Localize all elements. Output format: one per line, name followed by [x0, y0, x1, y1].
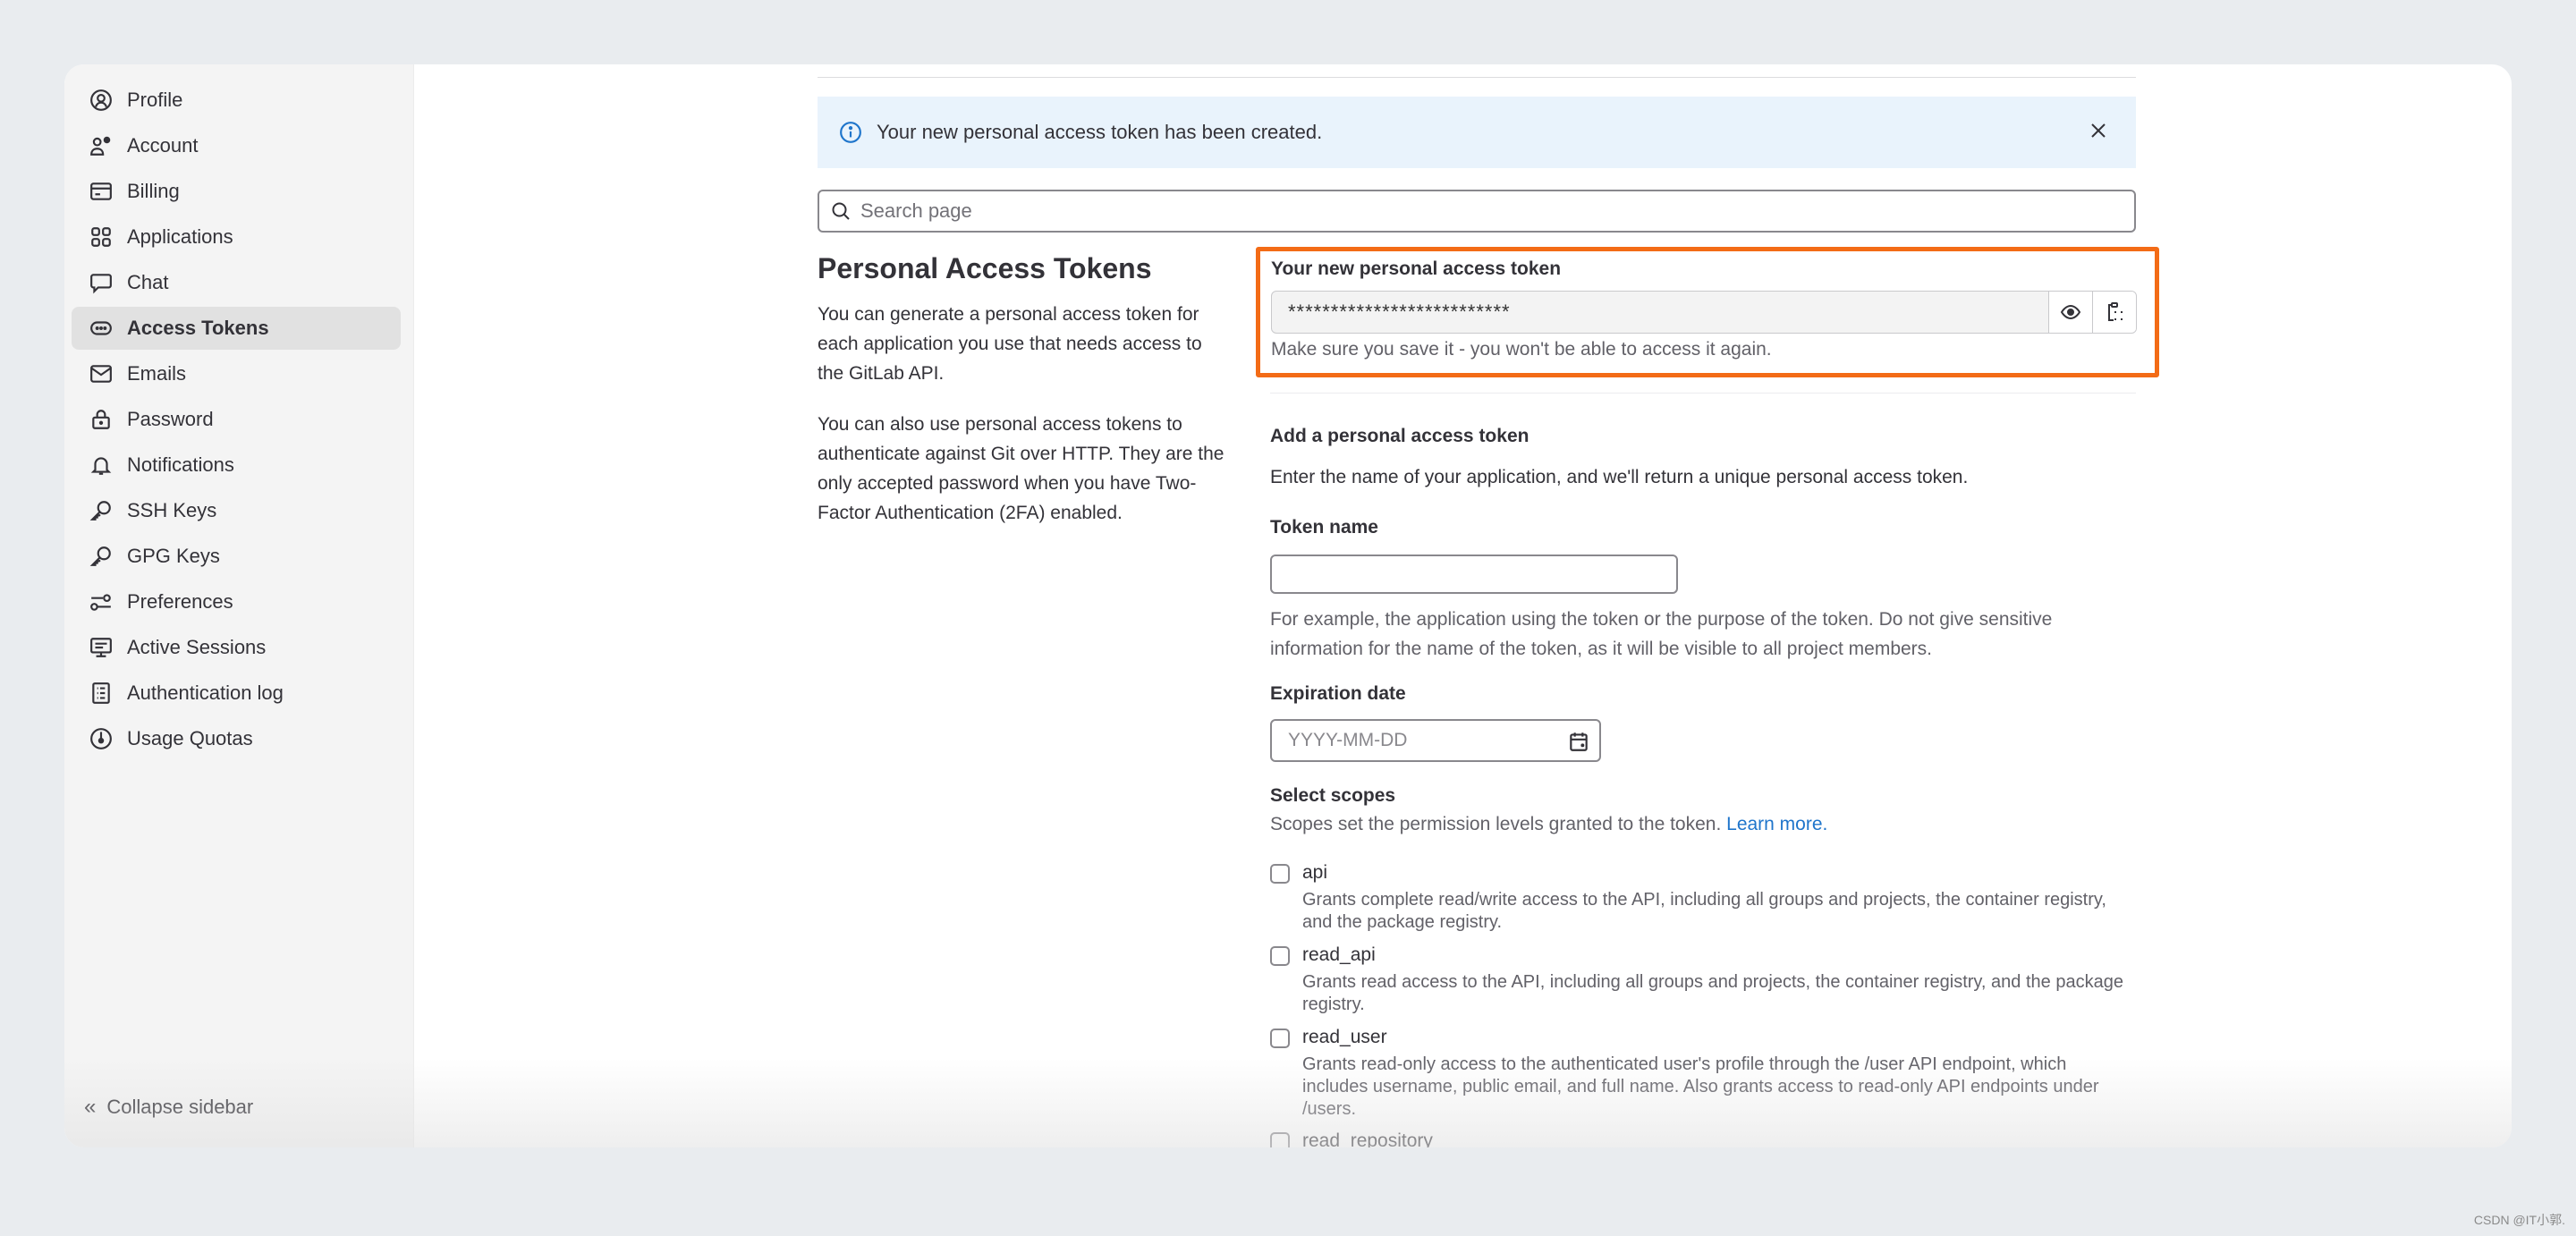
sidebar-item-password[interactable]: Password: [72, 398, 401, 441]
search-icon: [832, 202, 850, 220]
new-token-hint: Make sure you save it - you won't be abl…: [1271, 339, 1772, 360]
alert-message: Your new personal access token has been …: [877, 121, 1323, 143]
intro-paragraph: You can generate a personal access token…: [818, 304, 1202, 384]
sidebar-item-label: Active Sessions: [127, 636, 267, 658]
sidebar: Profile Account Billing Applications Cha…: [64, 64, 414, 1147]
scope-checkbox[interactable]: [1270, 864, 1290, 884]
sidebar-item-label: SSH Keys: [127, 499, 217, 521]
expiration-date-field: [1270, 719, 1601, 762]
form-description: Enter the name of your application, and …: [1270, 467, 1969, 487]
expiration-date-label: Expiration date: [1270, 683, 1406, 704]
sidebar-item-active-sessions[interactable]: Active Sessions: [72, 626, 401, 669]
scope-description: Grants complete read/write access to the…: [1302, 890, 2106, 932]
chevron-double-left-icon: «: [84, 1095, 97, 1119]
scope-description: Grants read-only access to the authentic…: [1302, 1054, 2099, 1119]
credit-card-icon: [89, 180, 113, 203]
scope-checkbox[interactable]: [1270, 1029, 1290, 1048]
sidebar-item-gpg-keys[interactable]: GPG Keys: [72, 535, 401, 578]
new-token-field: **************************: [1271, 291, 2137, 334]
expiration-date-input[interactable]: [1286, 729, 1558, 752]
divider: [818, 77, 2136, 78]
sidebar-item-notifications[interactable]: Notifications: [72, 444, 401, 487]
key-icon: [89, 545, 113, 568]
sidebar-item-usage-quotas[interactable]: Usage Quotas: [72, 717, 401, 760]
learn-more-link[interactable]: Learn more.: [1726, 814, 1827, 834]
scope-name: read_repository: [1302, 1130, 1433, 1147]
reveal-token-button[interactable]: [2048, 292, 2092, 333]
new-token-highlight: Your new personal access token *********…: [1256, 247, 2159, 377]
sidebar-item-label: GPG Keys: [127, 545, 220, 567]
success-alert: Your new personal access token has been …: [818, 97, 2136, 168]
scopes-description-text: Scopes set the permission levels granted…: [1270, 814, 1722, 834]
copy-to-clipboard-icon: [2108, 302, 2123, 321]
sidebar-item-label: Billing: [127, 180, 180, 202]
key-icon: [89, 499, 113, 522]
sidebar-item-account[interactable]: Account: [72, 124, 401, 167]
intro-section: Personal Access Tokens You can generate …: [818, 252, 1229, 528]
quota-icon: [89, 727, 113, 750]
log-icon: [89, 681, 113, 705]
monitor-icon: [89, 636, 113, 659]
sidebar-item-label: Profile: [127, 89, 183, 111]
sidebar-item-authentication-log[interactable]: Authentication log: [72, 672, 401, 715]
token-name-help: For example, the application using the t…: [1270, 609, 2053, 659]
search-input[interactable]: [859, 199, 2114, 224]
sidebar-item-ssh-keys[interactable]: SSH Keys: [72, 489, 401, 532]
calendar-icon[interactable]: [1567, 730, 1590, 753]
sidebar-item-emails[interactable]: Emails: [72, 352, 401, 395]
page-title: Personal Access Tokens: [818, 252, 1152, 284]
new-token-value[interactable]: **************************: [1272, 301, 2048, 324]
sidebar-item-label: Password: [127, 408, 214, 430]
intro-paragraph: You can also use personal access tokens …: [818, 414, 1224, 523]
divider: [1270, 393, 2136, 394]
scope-checkbox[interactable]: [1270, 946, 1290, 966]
sidebar-item-chat[interactable]: Chat: [72, 261, 401, 304]
comment-icon: [89, 271, 113, 294]
token-icon: [89, 317, 113, 340]
watermark: CSDN @IT小郭.: [2473, 1213, 2565, 1227]
settings-panel: Profile Account Billing Applications Cha…: [64, 64, 2512, 1147]
scope-name: read_api: [1302, 944, 1376, 965]
sidebar-item-label: Account: [127, 134, 199, 157]
eye-icon: [2060, 304, 2081, 320]
bell-icon: [89, 453, 113, 477]
sidebar-item-label: Usage Quotas: [127, 727, 253, 749]
scope-checkbox[interactable]: [1270, 1132, 1290, 1147]
sidebar-item-applications[interactable]: Applications: [72, 216, 401, 258]
sidebar-item-label: Emails: [127, 362, 187, 385]
sidebar-item-label: Preferences: [127, 590, 233, 613]
sidebar-item-billing[interactable]: Billing: [72, 170, 401, 213]
collapse-sidebar-button[interactable]: « Collapse sidebar: [84, 1095, 253, 1120]
sidebar-item-profile[interactable]: Profile: [72, 79, 401, 122]
scopes-label: Select scopes: [1270, 785, 1396, 806]
search-field: [818, 190, 2136, 233]
lock-icon: [89, 408, 113, 431]
account-icon: [89, 134, 113, 157]
sidebar-item-preferences[interactable]: Preferences: [72, 580, 401, 623]
sidebar-item-label: Authentication log: [127, 681, 284, 704]
form-heading: Add a personal access token: [1270, 426, 1530, 446]
sidebar-item-access-tokens[interactable]: Access Tokens: [72, 307, 401, 350]
scope-name: api: [1302, 862, 1328, 883]
sidebar-item-label: Access Tokens: [127, 317, 269, 339]
scopes-description: Scopes set the permission levels granted…: [1270, 814, 1827, 835]
mail-icon: [89, 362, 113, 385]
profile-icon: [89, 89, 113, 112]
close-icon[interactable]: [2088, 120, 2109, 141]
info-icon: [840, 122, 861, 143]
applications-icon: [89, 225, 113, 249]
preferences-icon: [89, 590, 113, 614]
token-name-input[interactable]: [1270, 555, 1678, 594]
sidebar-item-label: Chat: [127, 271, 169, 293]
collapse-sidebar-label: Collapse sidebar: [106, 1096, 254, 1118]
scope-description: Grants read access to the API, including…: [1302, 972, 2123, 1014]
token-name-label: Token name: [1270, 517, 1378, 538]
sidebar-item-label: Notifications: [127, 453, 234, 476]
new-token-title: Your new personal access token: [1271, 258, 1562, 279]
scope-name: read_user: [1302, 1027, 1387, 1047]
sidebar-item-label: Applications: [127, 225, 233, 248]
copy-token-button[interactable]: [2092, 292, 2136, 333]
